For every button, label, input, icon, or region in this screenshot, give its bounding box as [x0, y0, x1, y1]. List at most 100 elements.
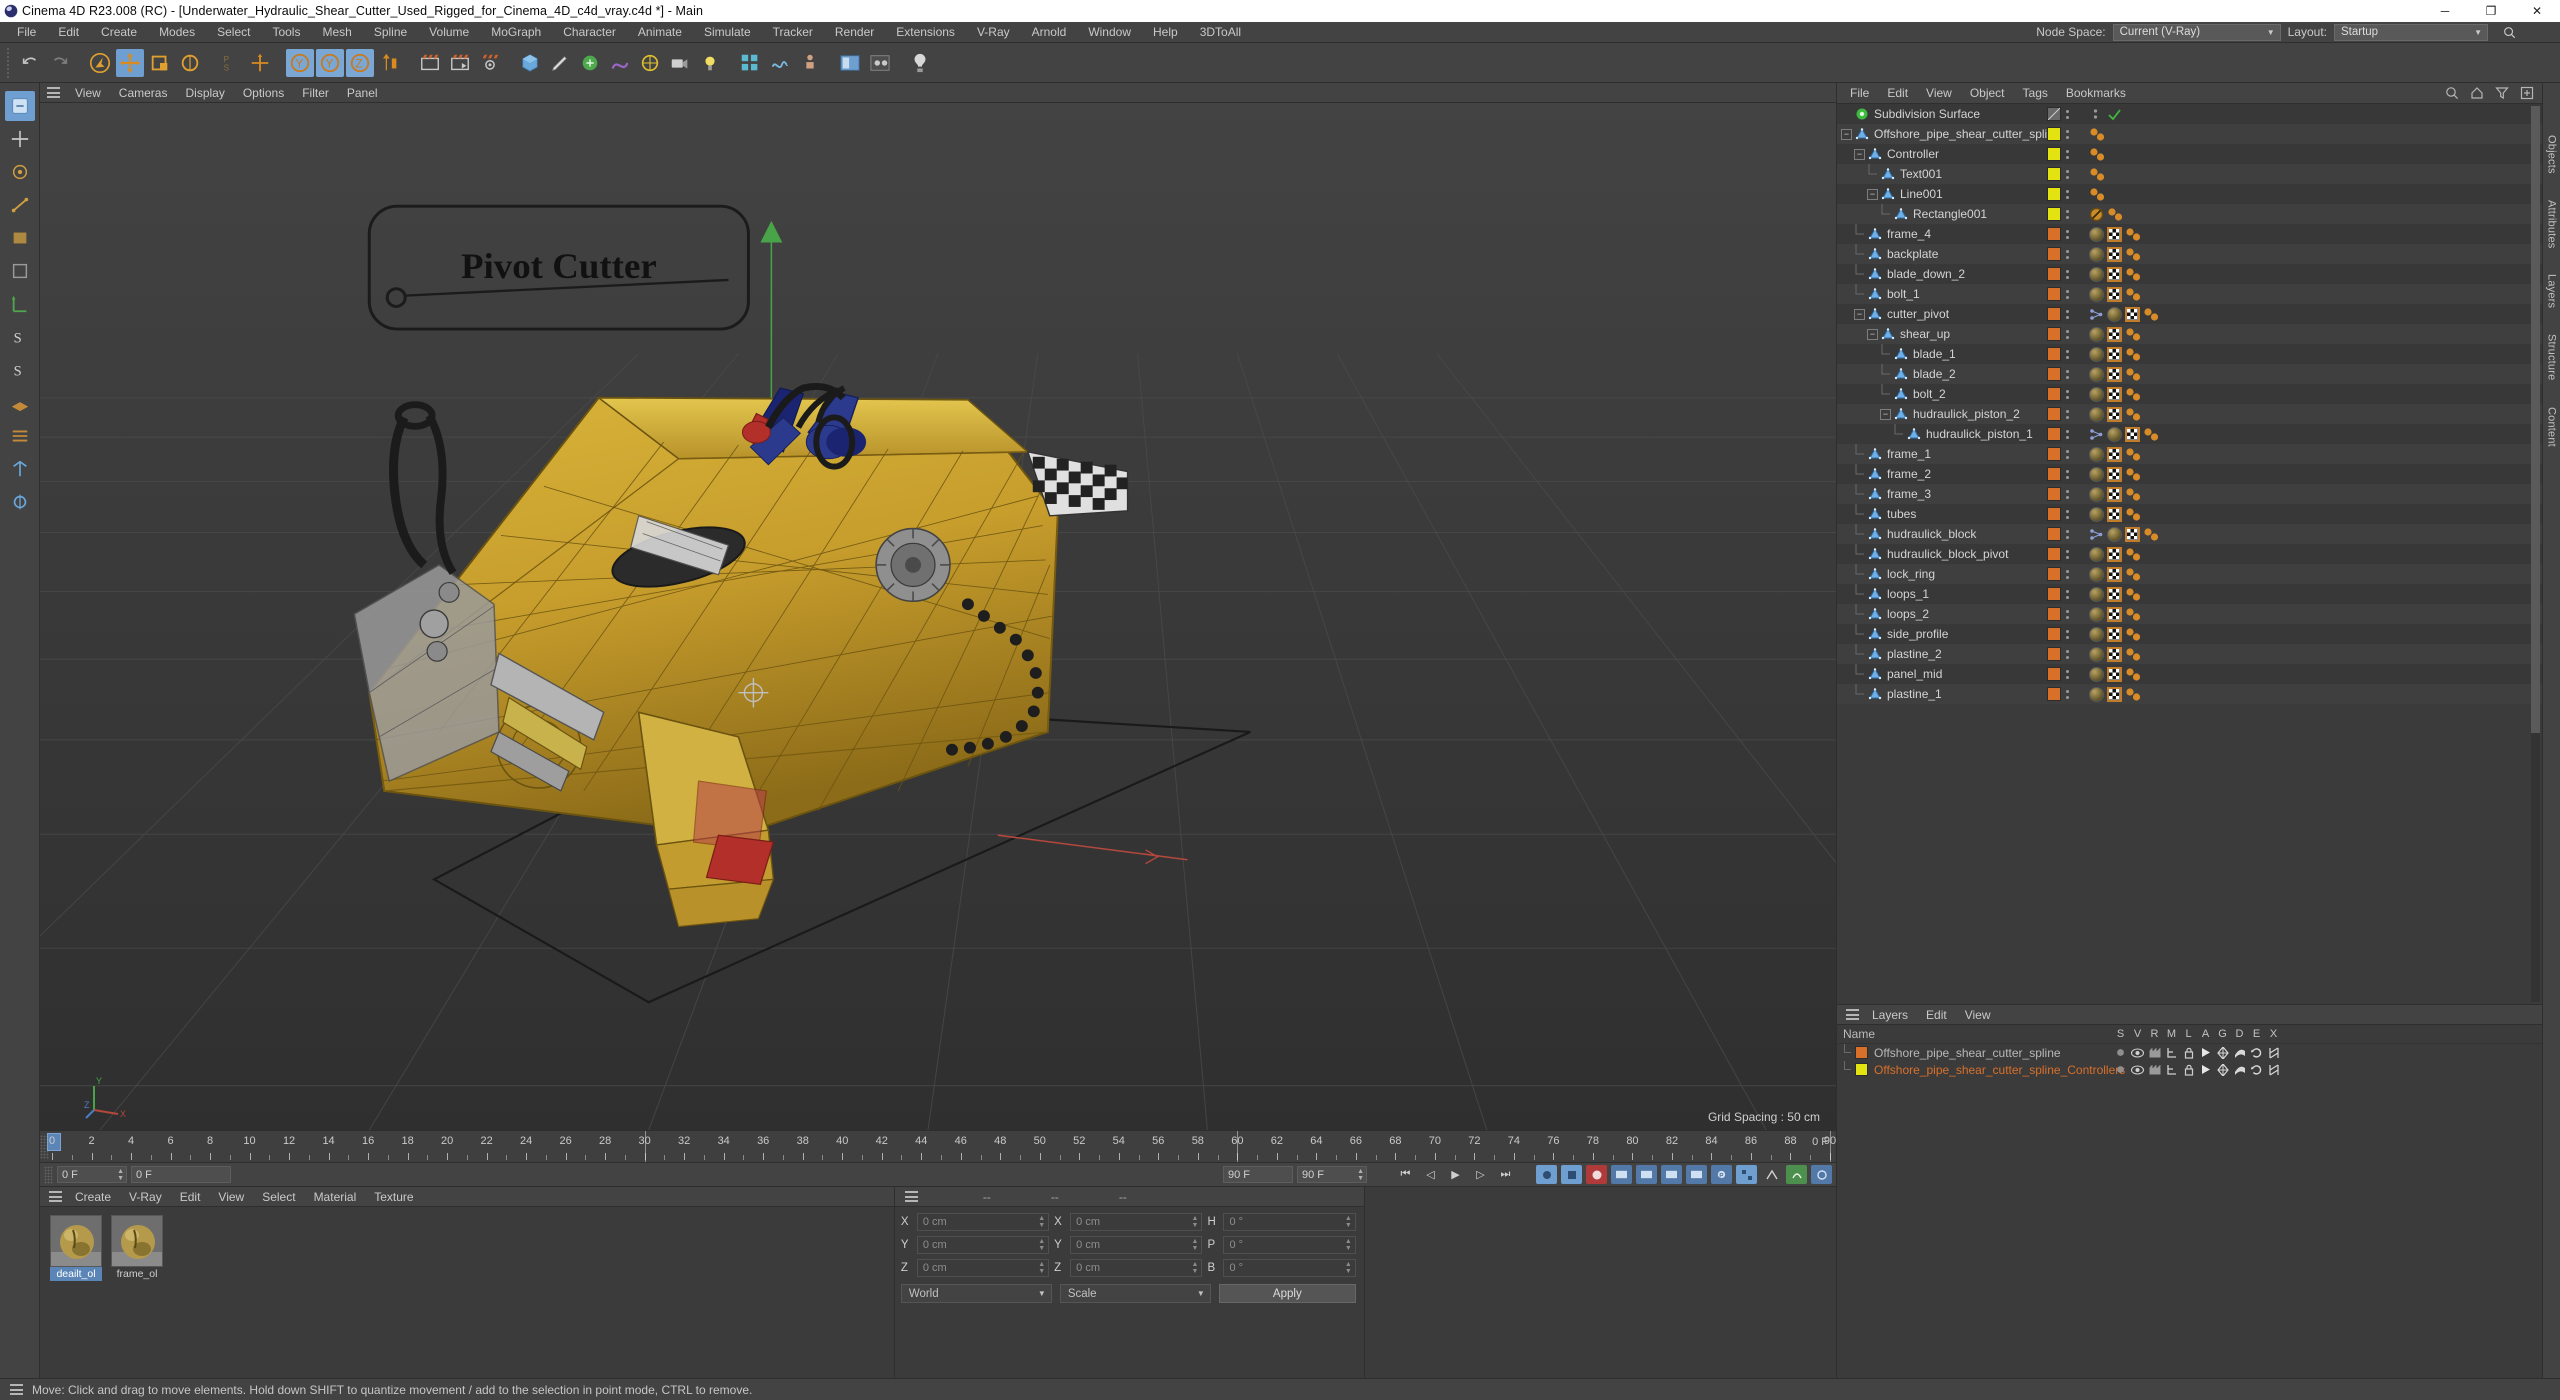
texture-tag-icon[interactable] — [2107, 506, 2122, 522]
layer-color-swatch[interactable] — [2047, 187, 2061, 201]
visibility-dots-icon[interactable] — [2061, 269, 2074, 279]
object-row[interactable]: loops_1 — [1837, 584, 2542, 604]
phong-tag-icon[interactable] — [2089, 147, 2106, 162]
phong-tag-icon[interactable] — [2143, 307, 2160, 322]
end-frame-field-1[interactable]: 90 F — [1223, 1166, 1293, 1183]
visibility-dots-icon[interactable] — [2061, 669, 2074, 679]
object-menu-object[interactable]: Object — [1961, 83, 2014, 104]
object-menu-tags[interactable]: Tags — [2014, 83, 2057, 104]
expander-collapse-icon[interactable]: − — [1867, 328, 1878, 340]
visibility-dots-icon[interactable] — [2061, 549, 2074, 559]
texture-tag-icon[interactable] — [2107, 386, 2122, 402]
xpresso-tag-icon[interactable] — [2089, 427, 2104, 442]
viewport-menu-display[interactable]: Display — [176, 83, 233, 103]
layer-lock-toggle[interactable] — [2180, 1047, 2197, 1059]
dynamics-toggle-button[interactable] — [1811, 1165, 1832, 1184]
polygon-mode-tool[interactable] — [5, 223, 35, 253]
menu-item-mograph[interactable]: MoGraph — [480, 22, 552, 43]
object-row[interactable]: Text001 — [1837, 164, 2542, 184]
layer-color-swatch[interactable] — [2047, 387, 2061, 401]
material-tag-icon[interactable] — [2089, 686, 2104, 702]
material-tag-icon[interactable] — [2089, 666, 2104, 682]
expander-collapse-icon[interactable]: − — [1841, 128, 1852, 140]
layer-color-swatch[interactable] — [2047, 407, 2061, 421]
help-info-button[interactable] — [906, 49, 934, 77]
visibility-dots-icon[interactable] — [2061, 629, 2074, 639]
object-row[interactable]: blade_2 — [1837, 364, 2542, 384]
size-x-field[interactable]: 0 cm ▲ ▼ — [1070, 1213, 1203, 1231]
layer-rows[interactable]: Offshore_pipe_shear_cutter_spline Offshor… — [1837, 1044, 2542, 1078]
object-row[interactable]: hudraulick_block — [1837, 524, 2542, 544]
layer-generator-toggle[interactable] — [2214, 1046, 2231, 1059]
object-row[interactable]: Rectangle001 — [1837, 204, 2542, 224]
maximize-button[interactable]: ❐ — [2468, 0, 2514, 22]
texture-tag-icon[interactable] — [2107, 626, 2122, 642]
object-row[interactable]: − Offshore_pipe_shear_cutter_spline — [1837, 124, 2542, 144]
menu-item-volume[interactable]: Volume — [418, 22, 480, 43]
material-tag-icon[interactable] — [2089, 646, 2104, 662]
object-row[interactable]: plastine_1 — [1837, 684, 2542, 704]
soft-selection-tool-s1[interactable]: S — [5, 322, 35, 352]
texture-tag-icon[interactable] — [2107, 266, 2122, 282]
visibility-dots-icon[interactable] — [2061, 529, 2074, 539]
material-chip[interactable]: frame_ol — [111, 1215, 163, 1281]
keyframe-param-button[interactable]: P — [1711, 1165, 1732, 1184]
object-manager-scrollbar[interactable] — [2531, 106, 2540, 1002]
visibility-dots-icon[interactable] — [2061, 689, 2074, 699]
menu-item-3dtoall[interactable]: 3DToAll — [1189, 22, 1252, 43]
phong-tag-icon[interactable] — [2107, 207, 2124, 222]
light-button[interactable] — [696, 49, 724, 77]
viewport-menu-view[interactable]: View — [66, 83, 110, 103]
layer-color-swatch[interactable] — [2047, 307, 2061, 321]
visibility-dots-icon[interactable] — [2061, 169, 2074, 179]
rotate-tool-button[interactable] — [176, 49, 204, 77]
object-menu-view[interactable]: View — [1917, 83, 1961, 104]
phong-tag-icon[interactable] — [2125, 467, 2142, 482]
layer-color-swatch[interactable] — [2047, 147, 2061, 161]
phong-tag-icon[interactable] — [2125, 507, 2142, 522]
material-tag-icon[interactable] — [2089, 446, 2104, 462]
object-row[interactable]: lock_ring — [1837, 564, 2542, 584]
soft-selection-tool-s2[interactable]: S — [5, 355, 35, 385]
viewport-menu-cameras[interactable]: Cameras — [110, 83, 177, 103]
visibility-dots-icon[interactable] — [2061, 129, 2074, 139]
texture-tag-icon[interactable] — [2107, 366, 2122, 382]
visibility-dots-icon[interactable] — [2061, 329, 2074, 339]
layer-color-swatch[interactable] — [2047, 547, 2061, 561]
layer-color-swatch[interactable] — [2047, 427, 2061, 441]
menu-item-tracker[interactable]: Tracker — [762, 22, 824, 43]
phong-tag-icon[interactable] — [2125, 387, 2142, 402]
material-tag-icon[interactable] — [2107, 526, 2122, 542]
texture-tag-icon[interactable] — [2107, 466, 2122, 482]
live-selection-tool[interactable] — [4, 91, 35, 121]
material-tag-icon[interactable] — [2089, 246, 2104, 262]
menu-item-help[interactable]: Help — [1142, 22, 1189, 43]
goto-start-button[interactable]: ⏮ — [1395, 1165, 1416, 1184]
object-row[interactable]: hudraulick_piston_1 — [1837, 424, 2542, 444]
dock-tab-objects[interactable]: Objects — [2546, 135, 2558, 174]
search-icon[interactable] — [2503, 26, 2516, 39]
object-row[interactable]: bolt_2 — [1837, 384, 2542, 404]
point-mode-tool[interactable] — [5, 157, 35, 187]
layer-menu-view[interactable]: View — [1956, 1005, 2000, 1025]
dock-tab-layers[interactable]: Layers — [2546, 274, 2558, 308]
layer-row[interactable]: Offshore_pipe_shear_cutter_spline_Contro… — [1837, 1061, 2542, 1078]
undo-button[interactable] — [16, 49, 44, 77]
visibility-dots-icon[interactable] — [2061, 509, 2074, 519]
generator-button[interactable] — [576, 49, 604, 77]
material-tag-icon[interactable] — [2089, 286, 2104, 302]
layer-color-swatch[interactable] — [2047, 687, 2061, 701]
layer-visible-toggle[interactable] — [2129, 1047, 2146, 1058]
layer-color-swatch[interactable] — [2047, 347, 2061, 361]
scale-tool-button[interactable] — [146, 49, 174, 77]
object-row[interactable]: hudraulick_block_pivot — [1837, 544, 2542, 564]
material-menu-select[interactable]: Select — [253, 1187, 304, 1207]
pos-y-field[interactable]: 0 cm ▲ ▼ — [916, 1236, 1050, 1254]
layer-color-swatch[interactable] — [2047, 527, 2061, 541]
phong-tag-icon[interactable] — [2125, 327, 2142, 342]
menu-item-mesh[interactable]: Mesh — [311, 22, 362, 43]
texture-tag-icon[interactable] — [2107, 666, 2122, 682]
play-button[interactable]: ▶ — [1445, 1165, 1466, 1184]
render-region-button[interactable] — [446, 49, 474, 77]
visibility-dots-icon[interactable] — [2061, 369, 2074, 379]
